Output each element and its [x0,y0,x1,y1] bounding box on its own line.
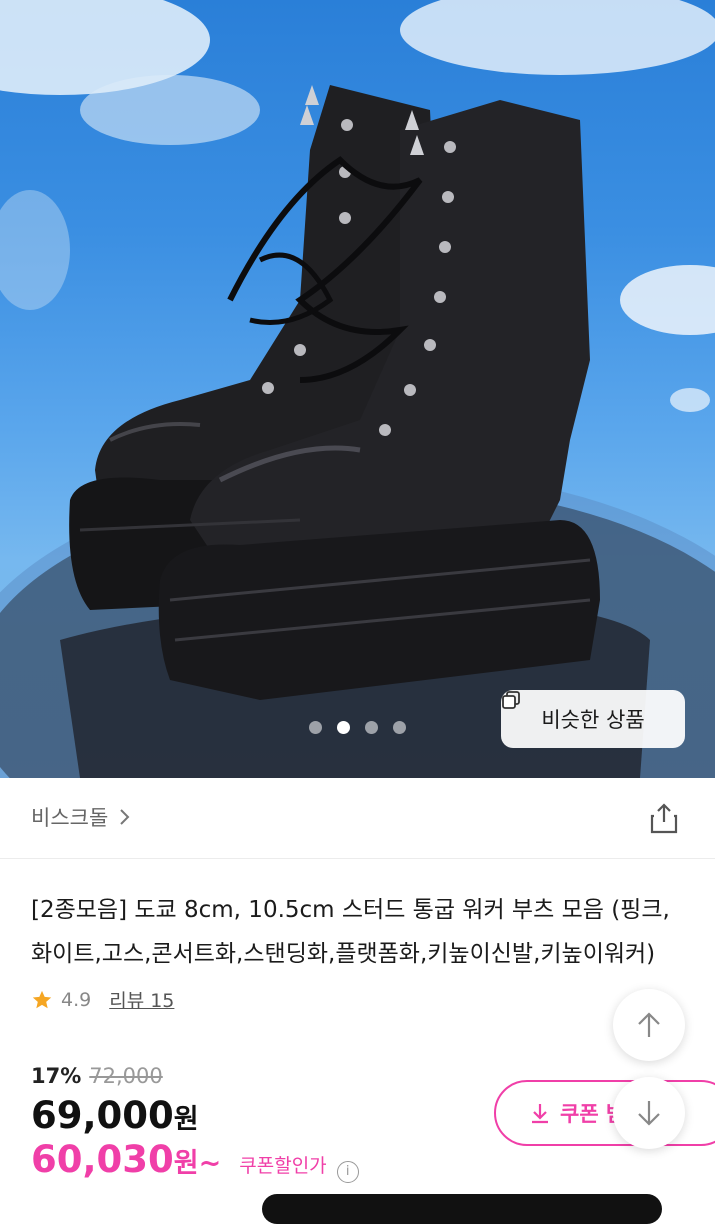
carousel-dot-active[interactable] [337,721,350,734]
carousel-dot[interactable] [365,721,378,734]
review-link[interactable]: 리뷰 15 [109,986,174,1013]
shop-name: 비스크돌 [31,806,109,830]
sale-price-value: 69,000 [31,1094,174,1137]
chevron-right-icon [120,809,130,825]
discount-rate: 17% [31,1064,82,1088]
original-price: 72,000 [89,1064,163,1088]
product-title: [2종모음] 도쿄 8cm, 10.5cm 스터드 통굽 워커 부츠 모음 (핑… [31,897,670,967]
rating-row: 4.9 리뷰 15 [31,986,174,1013]
product-photo [0,0,715,778]
product-image-carousel[interactable]: 비슷한 상품 [0,0,715,778]
scroll-bottom-button[interactable] [613,1077,685,1149]
carousel-dot[interactable] [309,721,322,734]
arrow-up-icon [638,1012,660,1037]
coupon-price-value: 60,030 [31,1138,174,1181]
carousel-dot[interactable] [393,721,406,734]
similar-products-label: 비슷한 상품 [541,708,645,732]
star-icon [32,990,52,1008]
coupon-price-unit: 원~ [173,1148,222,1179]
info-icon[interactable]: i [336,1160,359,1183]
arrow-down-icon [638,1101,660,1126]
coupon-price: 60,030원~ [31,1138,221,1181]
download-icon [532,1104,548,1124]
sale-price-unit: 원 [173,1104,199,1135]
shop-row: 비스크돌 [0,778,715,859]
copy-icon [502,691,520,709]
share-icon[interactable] [649,802,679,834]
bottom-action-bar[interactable] [262,1194,662,1224]
similar-products-button[interactable]: 비슷한 상품 [501,690,685,748]
coupon-price-row: 60,030원~ 쿠폰할인가 i [31,1138,359,1183]
rating-value: 4.9 [61,988,92,1011]
scroll-top-button[interactable] [613,989,685,1061]
sale-price: 69,000원 [31,1094,199,1137]
coupon-price-label: 쿠폰할인가 [239,1155,327,1177]
shop-link[interactable]: 비스크돌 [31,802,130,832]
discount-row: 17% 72,000 [31,1064,163,1088]
